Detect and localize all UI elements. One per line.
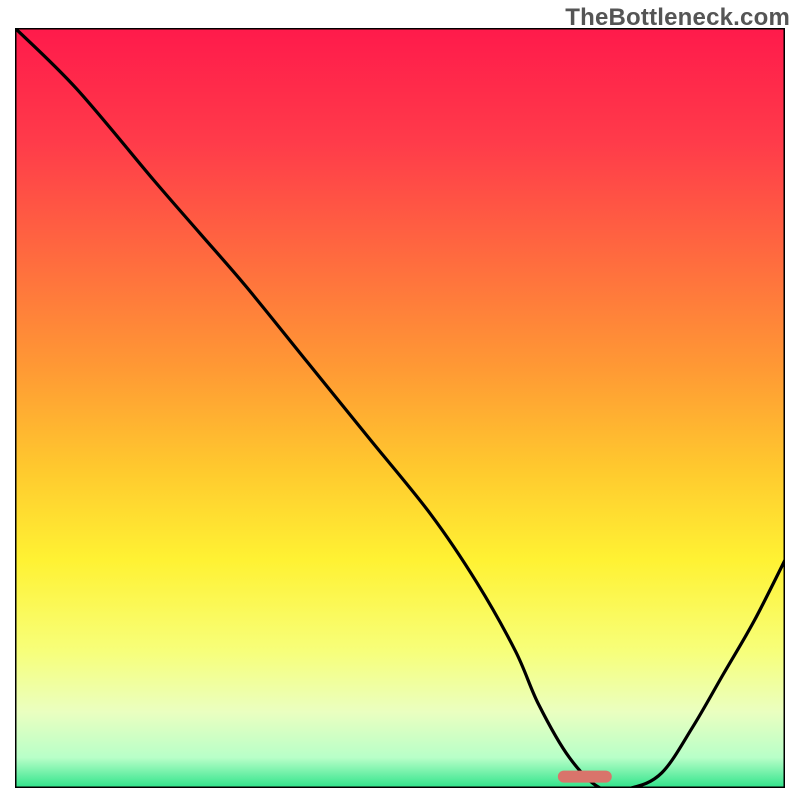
gradient-background <box>15 28 785 788</box>
chart-container: TheBottleneck.com <box>0 0 800 800</box>
watermark-text: TheBottleneck.com <box>565 4 790 32</box>
optimal-range-marker <box>558 771 612 783</box>
bottleneck-chart <box>15 28 785 788</box>
